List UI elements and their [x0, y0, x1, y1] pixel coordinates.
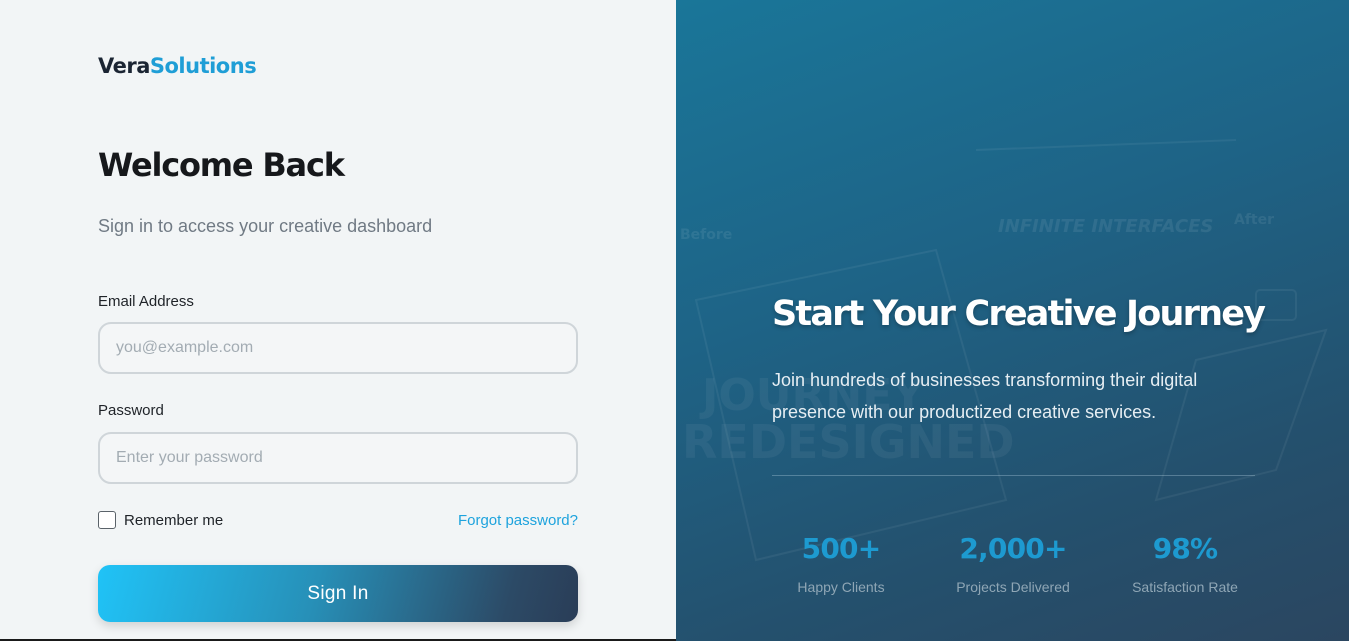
- remember-me[interactable]: Remember me: [98, 511, 223, 529]
- forgot-password-link[interactable]: Forgot password?: [458, 512, 578, 529]
- hero-panel: Before After INFINITE INTERFACES JOURNEY…: [676, 0, 1349, 641]
- email-field[interactable]: [98, 322, 578, 374]
- login-panel: VeraSolutions Welcome Back Sign in to ac…: [0, 0, 676, 641]
- stat-satisfaction-rate: 98% Satisfaction Rate: [1110, 532, 1260, 595]
- brand-logo[interactable]: VeraSolutions: [98, 54, 257, 78]
- stat-projects-delivered: 2,000+ Projects Delivered: [938, 532, 1088, 595]
- brand-logo-part1: Vera: [98, 54, 150, 78]
- bg-after-text: After: [1234, 212, 1274, 228]
- password-label: Password: [98, 402, 164, 419]
- page-subtitle: Sign in to access your creative dashboar…: [98, 216, 433, 236]
- hero-description: Join hundreds of businesses transforming…: [772, 370, 1198, 422]
- email-label: Email Address: [98, 293, 194, 310]
- hero-divider: [772, 475, 1255, 476]
- page-title: Welcome Back: [98, 146, 345, 184]
- sign-in-button[interactable]: Sign In: [98, 565, 578, 622]
- stat-happy-clients: 500+ Happy Clients: [766, 532, 916, 595]
- password-field[interactable]: [98, 432, 578, 484]
- stat-label: Happy Clients: [797, 579, 885, 595]
- bg-before-text: Before: [680, 227, 732, 243]
- bg-banner-text: INFINITE INTERFACES: [998, 216, 1213, 237]
- stat-value: 2,000+: [959, 532, 1067, 565]
- stat-value: 500+: [801, 532, 882, 565]
- remember-checkbox[interactable]: [98, 511, 116, 529]
- stat-label: Projects Delivered: [956, 579, 1070, 595]
- hero-title: Start Your Creative Journey: [772, 294, 1266, 334]
- stat-label: Satisfaction Rate: [1132, 579, 1238, 595]
- remember-label: Remember me: [124, 511, 224, 529]
- brand-logo-part2: Solutions: [149, 54, 257, 78]
- stat-value: 98%: [1152, 532, 1218, 565]
